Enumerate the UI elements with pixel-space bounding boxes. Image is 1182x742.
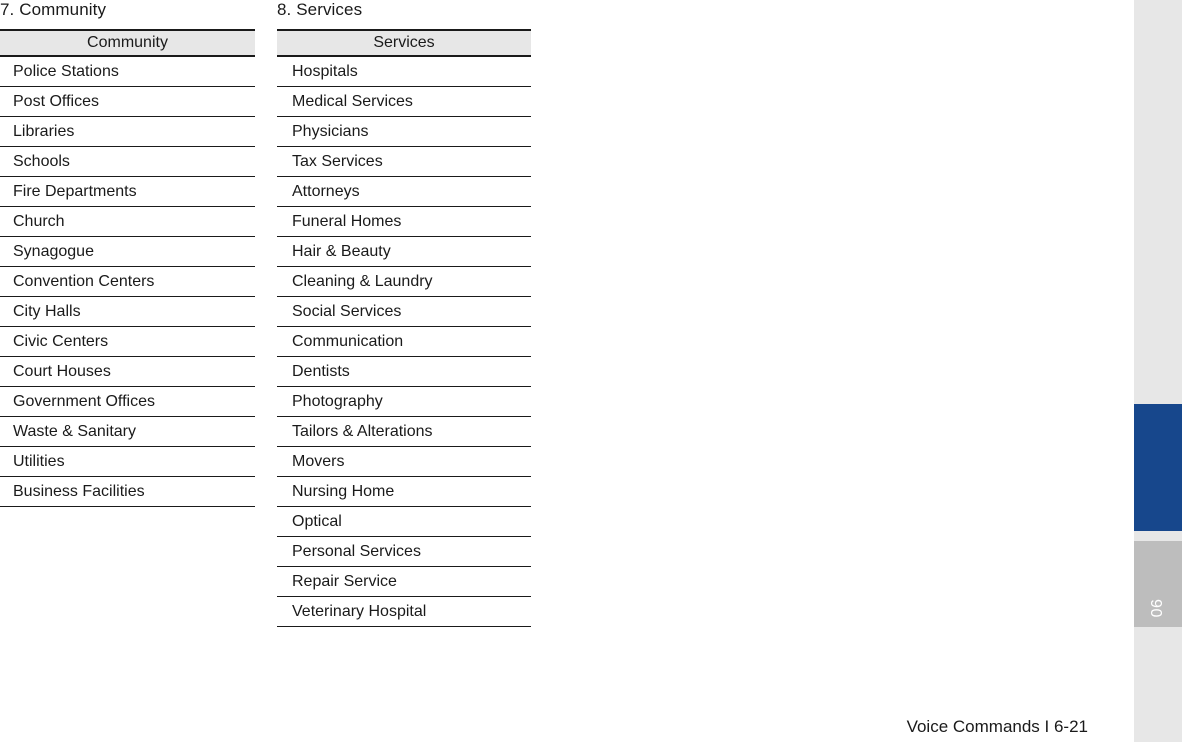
table-row: Fire Departments (0, 177, 255, 207)
community-table: Community Police Stations Post Offices Lib… (0, 29, 255, 507)
services-table-body: Hospitals Medical Services Physicians Tax S… (277, 57, 531, 627)
table-row-label: Veterinary Hospital (292, 602, 427, 620)
table-row: Court Houses (0, 357, 255, 387)
table-row-label: Tax Services (292, 152, 383, 170)
chapter-sidebar: 06 (1134, 0, 1182, 742)
table-row: Tax Services (277, 147, 531, 177)
table-row: Funeral Homes (277, 207, 531, 237)
table-row: Post Offices (0, 87, 255, 117)
table-row: Police Stations (0, 57, 255, 87)
table-row-label: Court Houses (13, 362, 111, 380)
table-row-label: Photography (292, 392, 383, 410)
chapter-number-label: 06 (1149, 598, 1166, 618)
table-row: Personal Services (277, 537, 531, 567)
table-row-label: Nursing Home (292, 482, 395, 500)
services-table-header: Services (277, 29, 531, 57)
chapter-tab-accent (1134, 404, 1182, 531)
chapter-tab-number: 06 (1134, 541, 1182, 627)
section-title-community: 7. Community (0, 0, 107, 19)
table-row-label: Fire Departments (13, 182, 137, 200)
table-row: Schools (0, 147, 255, 177)
table-row: Veterinary Hospital (277, 597, 531, 627)
table-row-label: City Halls (13, 302, 81, 320)
page-footer: Voice Commands I 6-21 (906, 717, 1088, 736)
table-row-label: Synagogue (13, 242, 94, 260)
table-row: Nursing Home (277, 477, 531, 507)
table-row-label: Church (13, 212, 65, 230)
table-row-label: Schools (13, 152, 70, 170)
table-row: City Halls (0, 297, 255, 327)
table-row-label: Convention Centers (13, 272, 155, 290)
table-row-label: Tailors & Alterations (292, 422, 433, 440)
table-row: Business Facilities (0, 477, 255, 507)
table-row: Attorneys (277, 177, 531, 207)
table-row: Hair & Beauty (277, 237, 531, 267)
table-row-label: Hospitals (292, 62, 358, 80)
table-row-label: Repair Service (292, 572, 397, 590)
table-row-label: Hair & Beauty (292, 242, 391, 260)
services-table-header-label: Services (373, 34, 435, 51)
table-row-label: Social Services (292, 302, 402, 320)
table-row-label: Communication (292, 332, 404, 350)
table-row: Medical Services (277, 87, 531, 117)
table-row-label: Physicians (292, 122, 369, 140)
table-row-label: Libraries (13, 122, 75, 140)
table-row: Government Offices (0, 387, 255, 417)
table-row-label: Medical Services (292, 92, 413, 110)
section-title-services: 8. Services (277, 0, 363, 19)
table-row: Movers (277, 447, 531, 477)
table-row-label: Police Stations (13, 62, 119, 80)
table-row: Social Services (277, 297, 531, 327)
services-table: Services Hospitals Medical Services Physic… (277, 29, 531, 627)
table-row-label: Post Offices (13, 92, 99, 110)
table-row: Hospitals (277, 57, 531, 87)
table-row: Synagogue (0, 237, 255, 267)
table-row-label: Cleaning & Laundry (292, 272, 433, 290)
table-row-label: Waste & Sanitary (13, 422, 137, 440)
table-row-label: Attorneys (292, 182, 360, 200)
table-row: Optical (277, 507, 531, 537)
table-row: Civic Centers (0, 327, 255, 357)
table-row: Utilities (0, 447, 255, 477)
table-row-label: Utilities (13, 452, 65, 470)
table-row: Waste & Sanitary (0, 417, 255, 447)
table-row: Church (0, 207, 255, 237)
table-row: Tailors & Alterations (277, 417, 531, 447)
table-row-label: Movers (292, 452, 345, 470)
table-row: Repair Service (277, 567, 531, 597)
table-row: Communication (277, 327, 531, 357)
table-row-label: Dentists (292, 362, 350, 380)
community-table-body: Police Stations Post Offices Libraries Scho… (0, 57, 255, 507)
table-row-label: Government Offices (13, 392, 155, 410)
table-row: Libraries (0, 117, 255, 147)
table-row: Photography (277, 387, 531, 417)
table-row: Convention Centers (0, 267, 255, 297)
table-row-label: Personal Services (292, 542, 421, 560)
table-row-label: Civic Centers (13, 332, 109, 350)
table-row-label: Funeral Homes (292, 212, 402, 230)
manual-page: 7. Community 8. Services Community Polic… (0, 0, 1182, 742)
table-row: Dentists (277, 357, 531, 387)
table-row: Cleaning & Laundry (277, 267, 531, 297)
community-table-header: Community (0, 29, 255, 57)
table-row-label: Optical (292, 512, 342, 530)
table-row: Physicians (277, 117, 531, 147)
community-table-header-label: Community (87, 34, 168, 51)
table-row-label: Business Facilities (13, 482, 145, 500)
